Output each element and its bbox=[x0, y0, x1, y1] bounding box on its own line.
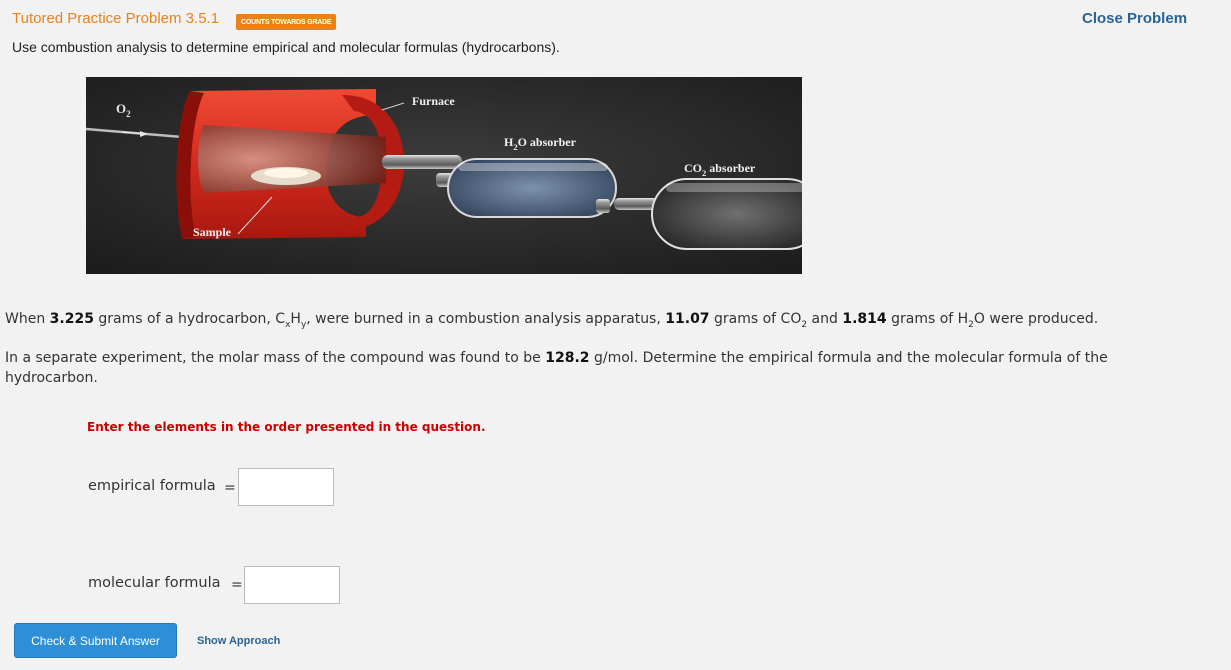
problem-title: Tutored Practice Problem 3.5.1 bbox=[12, 10, 220, 27]
furnace-label: Furnace bbox=[412, 94, 455, 108]
sample-mass-value: 3.225 bbox=[49, 311, 94, 327]
co2-mass-value: 11.07 bbox=[665, 311, 710, 327]
check-submit-button[interactable]: Check & Submit Answer bbox=[14, 623, 177, 658]
molecular-formula-input[interactable] bbox=[244, 566, 340, 604]
problem-paragraph-1: When 3.225 grams of a hydrocarbon, CxHy,… bbox=[5, 311, 1099, 330]
close-problem-link[interactable]: Close Problem bbox=[1082, 10, 1187, 27]
molecular-equals-sign: = bbox=[231, 577, 243, 593]
molar-mass-value: 128.2 bbox=[545, 350, 590, 366]
empirical-formula-input[interactable] bbox=[238, 468, 334, 506]
h2o-mass-value: 1.814 bbox=[842, 311, 887, 327]
counts-towards-grade-badge: COUNTS TOWARDS GRADE bbox=[236, 14, 337, 30]
instruction-text: Enter the elements in the order presente… bbox=[87, 420, 486, 434]
problem-subtitle: Use combustion analysis to determine emp… bbox=[12, 39, 560, 55]
empirical-equals-sign: = bbox=[224, 480, 236, 496]
molecular-formula-label: molecular formula bbox=[88, 575, 221, 591]
combustion-apparatus-figure: O2 Furnace H2O absorber CO2 absorber Sam… bbox=[86, 77, 802, 274]
show-approach-link[interactable]: Show Approach bbox=[197, 635, 280, 647]
empirical-formula-label: empirical formula bbox=[88, 478, 216, 494]
connector-tube-1 bbox=[382, 155, 462, 169]
sample-label: Sample bbox=[193, 225, 232, 239]
problem-paragraph-2: In a separate experiment, the molar mass… bbox=[5, 350, 1108, 386]
